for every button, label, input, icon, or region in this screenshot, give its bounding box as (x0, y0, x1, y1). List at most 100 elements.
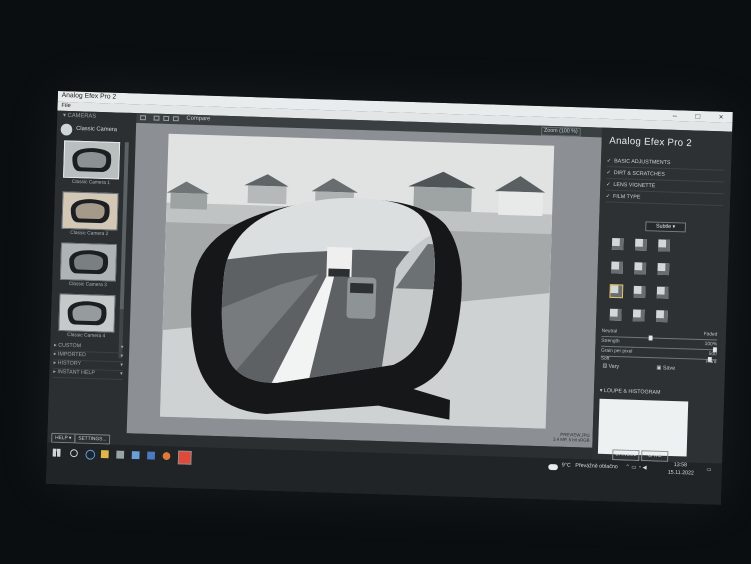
preview-image (159, 133, 555, 429)
film-swatch[interactable] (611, 237, 624, 251)
preview-canvas[interactable]: PREVIEW.JPG 3.4 MP, 5 bit sRGB (126, 122, 602, 448)
check-icon[interactable]: ✓ (606, 194, 611, 200)
section-label: DIRT & SCRATCHES (613, 170, 665, 178)
compare-button[interactable]: Compare (186, 116, 210, 123)
cancel-button[interactable]: CANCEL (612, 449, 640, 461)
film-swatch[interactable] (633, 285, 646, 298)
presets-scrollbar[interactable] (118, 142, 129, 359)
edge-icon[interactable] (85, 449, 96, 460)
chevron-down-icon: ▾ (120, 353, 124, 360)
close-icon[interactable]: × (709, 111, 732, 123)
loupe-label: LOUPE & HISTOGRAM (603, 388, 661, 396)
save-preset-label: Save (662, 365, 676, 372)
preset-caption: Classic Camera 1 (71, 178, 111, 186)
preset-thumbnail-image (61, 191, 119, 231)
category-label: HISTORY (57, 360, 82, 367)
chevron-down-icon: ▾ (120, 362, 124, 369)
slider-left-label: Neutral (601, 328, 618, 335)
section-label: BASIC ADJUSTMENTS (614, 158, 671, 167)
split-view-icon[interactable] (153, 115, 160, 121)
weather-temp[interactable]: 9°C (562, 463, 571, 469)
slider-right-label: Hard (705, 358, 717, 366)
preset-caption: Classic Camera 4 (67, 332, 106, 340)
camera-icon (60, 123, 73, 136)
menu-file[interactable]: File (61, 103, 71, 109)
preset-thumbnail-image (59, 242, 118, 282)
weather-description[interactable]: Převážně oblačno (575, 463, 618, 470)
slider-left-label: Strength (601, 337, 620, 345)
clock-time[interactable]: 13:58 (674, 462, 687, 468)
preset-thumb-2[interactable]: Classic Camera 2 (61, 191, 119, 238)
film-swatch[interactable] (658, 239, 671, 252)
film-swatch[interactable] (655, 310, 668, 323)
notifications-icon[interactable]: ▭ (706, 467, 711, 473)
folder-icon[interactable] (100, 450, 109, 459)
clock-date[interactable]: 15.11.2022 (668, 470, 694, 477)
chevron-down-icon: ▾ (119, 371, 123, 378)
film-swatch[interactable] (632, 309, 645, 322)
film-swatch[interactable] (656, 286, 669, 299)
maximize-icon[interactable]: □ (686, 111, 709, 123)
app-icon[interactable] (147, 451, 156, 460)
preset-caption: Classic Camera 2 (70, 229, 109, 238)
film-swatch[interactable] (611, 261, 624, 274)
cloud-icon (548, 464, 558, 471)
preset-thumbnail-image (63, 140, 121, 180)
category-label: IMPORTED (57, 351, 86, 359)
preset-thumbnail-image (58, 293, 116, 333)
side-by-side-icon[interactable] (163, 115, 170, 121)
film-swatch[interactable] (657, 263, 670, 276)
section-label: FILM TYPE (612, 193, 641, 201)
preset-thumb-4[interactable]: Classic Camera 4 (58, 293, 116, 341)
left-panel: ▾ CAMERAS Classic Camera Classic Camera … (47, 110, 137, 446)
film-type-dropdown[interactable]: Subtle ▾ (645, 221, 686, 233)
category-label: INSTANT HELP (57, 369, 96, 377)
category-instant-help[interactable]: ▸ INSTANT HELP ▾ (53, 369, 123, 381)
category-label: CUSTOM (58, 342, 82, 350)
window-title: Analog Efex Pro 2 (61, 92, 117, 101)
brand-version: 2 (686, 138, 693, 150)
store-icon[interactable] (116, 450, 125, 459)
film-swatch[interactable] (609, 308, 622, 321)
vary-label: Vary (608, 363, 620, 370)
mail-icon[interactable] (131, 451, 140, 460)
section-film-type[interactable]: ✓ FILM TYPE (605, 192, 724, 207)
film-swatch[interactable] (634, 262, 647, 275)
preset-caption: Classic Camera 3 (68, 281, 107, 289)
preset-group[interactable]: Classic Camera (57, 122, 136, 138)
tray-icons[interactable]: ⌃ ▭ ◔ ◀ (625, 464, 646, 471)
image-info: PREVIEW.JPG 3.4 MP, 5 bit sRGB (493, 430, 590, 443)
background-icon[interactable] (172, 116, 179, 122)
film-swatch[interactable] (634, 238, 647, 251)
save-button[interactable]: SAVE (641, 450, 669, 462)
section-label: LENS VIGNETTE (613, 182, 656, 190)
slider-right-label: Faded (703, 331, 718, 338)
scrollbar-thumb[interactable] (119, 142, 129, 310)
vary-button[interactable]: ⚄ Vary (602, 364, 619, 370)
loupe-preview (597, 398, 689, 457)
check-icon[interactable]: ✓ (606, 170, 611, 176)
preset-group-label: Classic Camera (76, 125, 118, 134)
check-icon[interactable]: ✓ (607, 158, 612, 164)
app-brand: Analog Efex Pro 2 (609, 136, 692, 149)
film-swatch-selected[interactable] (609, 284, 624, 299)
cameras-header[interactable]: ▾ CAMERAS (57, 111, 142, 123)
save-preset-button[interactable]: ▣ Save (656, 365, 675, 371)
preset-thumb-3[interactable]: Classic Camera 3 (59, 242, 118, 289)
minimize-icon[interactable]: – (663, 110, 686, 122)
single-view-icon[interactable] (140, 115, 147, 121)
analog-efex-taskbar-icon[interactable] (177, 450, 192, 465)
slider-left-label: Soft (600, 355, 610, 362)
loupe-header[interactable]: ▾ LOUPE & HISTOGRAM (600, 388, 718, 400)
brand-name: Analog Efex Pro (609, 135, 684, 149)
preset-thumb-1[interactable]: Classic Camera 1 (63, 140, 121, 187)
slider-left-label: Grain per pixel (600, 347, 633, 355)
search-icon[interactable] (69, 449, 78, 458)
app-screen: Analog Efex Pro 2 – □ × File ▾ CAMERAS C… (46, 91, 733, 505)
chevron-down-icon: ▾ (120, 344, 124, 351)
firefox-icon[interactable] (162, 452, 171, 461)
windows-start-icon[interactable] (52, 448, 61, 457)
right-panel: Analog Efex Pro 2 ✓ BASIC ADJUSTMENTS ✓ DI… (591, 127, 733, 464)
film-type-value: Subtle (655, 223, 672, 230)
check-icon[interactable]: ✓ (606, 182, 611, 188)
